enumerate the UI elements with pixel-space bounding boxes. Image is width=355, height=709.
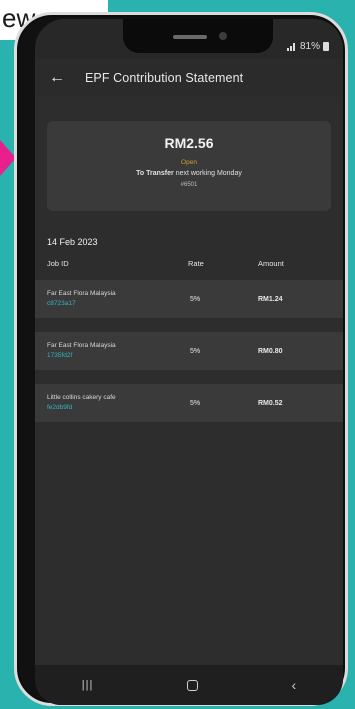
system-nav-bar: ||| ‹ [35,665,343,705]
status-indicators: 81% [286,41,329,52]
job-cell: Far East Flora Malaysia c8723a17 [47,289,188,309]
status-bar: 81% [35,19,343,59]
total-amount: RM2.56 [164,135,214,151]
amount-cell: RM0.80 [258,347,283,355]
job-id-link[interactable]: c8723a17 [47,299,188,309]
transfer-schedule: next working Monday [175,170,242,177]
job-id-link[interactable]: fe2db9fd [47,403,188,413]
transfer-info: To Transfer next working Monday [47,170,331,177]
table-header: Job ID Rate Amount [47,259,343,268]
camera-icon [219,32,227,40]
rate-cell: 5% [190,347,201,355]
employer-name: Far East Flora Malaysia [47,290,116,297]
status-badge: Open [181,159,197,166]
signal-icon [286,42,297,51]
battery-icon [323,42,329,51]
table-row[interactable]: Far East Flora Malaysia 1735fd2f 5% RM0.… [35,332,343,370]
job-id-link[interactable]: 1735fd2f [47,351,188,361]
transfer-label: To Transfer [136,170,174,177]
column-header-amount: Amount [258,259,284,268]
rate-cell: 5% [190,399,201,407]
column-header-rate: Rate [188,259,204,268]
recent-apps-icon[interactable]: ||| [82,679,94,691]
reference-number: #6501 [180,182,198,188]
table-row[interactable]: Far East Flora Malaysia c8723a17 5% RM1.… [35,280,343,318]
app-bar: ← EPF Contribution Statement [35,59,343,97]
page-title: EPF Contribution Statement [85,71,244,85]
date-label: 14 Feb 2023 [47,237,98,247]
summary-card: RM2.56 Open To Transfer next working Mon… [47,121,331,211]
battery-percent: 81% [299,41,320,52]
back-arrow-icon[interactable]: ← [49,70,71,86]
column-header-job-id: Job ID [47,259,69,268]
phone-frame: 81% ← EPF Contribution Statement RM2.56 … [14,12,348,706]
amount-cell: RM0.52 [258,399,283,407]
job-cell: Far East Flora Malaysia 1735fd2f [47,341,188,361]
notch [123,19,273,53]
employer-name: Little collins cakery cafe [47,394,116,401]
phone-screen: 81% ← EPF Contribution Statement RM2.56 … [35,19,343,705]
job-cell: Little collins cakery cafe fe2db9fd [47,393,188,413]
home-icon[interactable] [186,679,198,691]
rate-cell: 5% [190,295,201,303]
contribution-list: Far East Flora Malaysia c8723a17 5% RM1.… [35,280,343,422]
nav-back-icon[interactable]: ‹ [292,677,297,693]
amount-cell: RM1.24 [258,295,283,303]
speaker-icon [173,35,207,39]
employer-name: Far East Flora Malaysia [47,342,116,349]
table-row[interactable]: Little collins cakery cafe fe2db9fd 5% R… [35,384,343,422]
